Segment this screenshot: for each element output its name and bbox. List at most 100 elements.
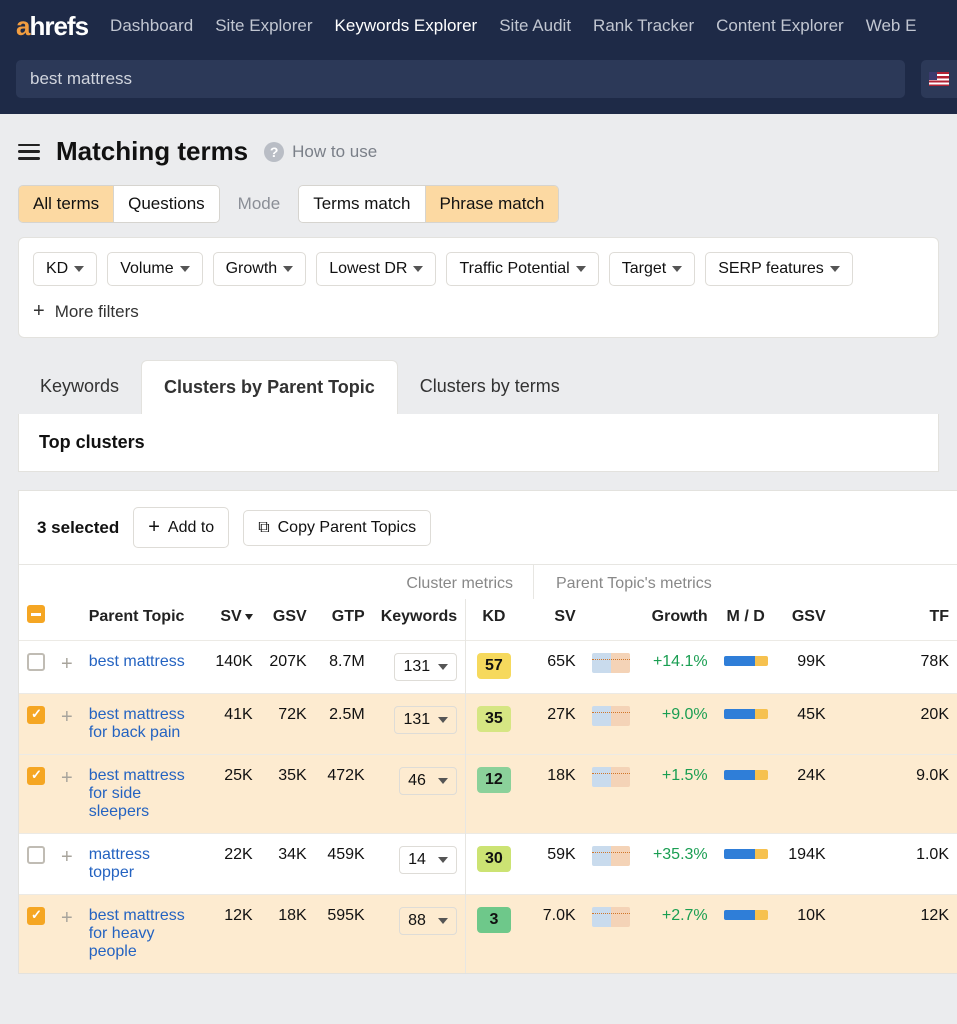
keywords-dropdown[interactable]: 46 <box>399 767 457 795</box>
nav-keywords-explorer[interactable]: Keywords Explorer <box>335 16 478 36</box>
select-all-checkbox[interactable] <box>27 605 45 623</box>
chevron-down-icon <box>672 266 682 272</box>
expand-icon[interactable]: + <box>61 846 73 868</box>
cell-growth: +1.5% <box>638 755 716 834</box>
expand-icon[interactable]: + <box>61 653 73 675</box>
tab-keywords[interactable]: Keywords <box>18 360 141 414</box>
nav-site-explorer[interactable]: Site Explorer <box>215 16 312 36</box>
copy-icon: ⧉ <box>258 519 269 537</box>
keywords-dropdown[interactable]: 131 <box>394 706 457 734</box>
phrase-match-button[interactable]: Phrase match <box>425 186 559 222</box>
expand-icon[interactable]: + <box>61 907 73 929</box>
col-sv[interactable]: SV <box>205 599 261 641</box>
kd-badge: 30 <box>477 846 511 872</box>
chevron-down-icon <box>438 918 448 924</box>
filter-growth[interactable]: Growth <box>213 252 307 286</box>
parent-topic-link[interactable]: best mattress for heavy people <box>89 907 185 960</box>
sort-desc-icon <box>245 614 253 620</box>
nav-rank-tracker[interactable]: Rank Tracker <box>593 16 694 36</box>
plus-icon: + <box>33 300 45 323</box>
top-clusters-header: Top clusters <box>18 414 939 472</box>
cell-tp: 9.0K <box>834 755 957 834</box>
cell-gsv2: 10K <box>776 895 834 974</box>
tab-clusters-by-parent-topic[interactable]: Clusters by Parent Topic <box>141 360 398 414</box>
col-sv2[interactable]: SV <box>522 599 584 641</box>
cell-gtp: 2.5M <box>315 694 373 755</box>
row-checkbox[interactable] <box>27 706 45 724</box>
parent-topic-link[interactable]: mattress topper <box>89 846 150 881</box>
filter-target[interactable]: Target <box>609 252 695 286</box>
md-bar <box>724 849 768 859</box>
row-checkbox[interactable] <box>27 846 45 864</box>
col-parent-topic[interactable]: Parent Topic <box>81 599 205 641</box>
col-kd[interactable]: KD <box>466 599 522 641</box>
mode-label: Mode <box>238 194 281 214</box>
col-keywords[interactable]: Keywords <box>373 599 466 641</box>
filter-kd[interactable]: KD <box>33 252 97 286</box>
col-tp[interactable]: TF <box>834 599 957 641</box>
parent-metrics-label: Parent Topic's metrics <box>533 565 957 599</box>
filters-panel: KD Volume Growth Lowest DR Traffic Potential… <box>18 237 939 338</box>
cell-gsv2: 194K <box>776 834 834 895</box>
help-icon: ? <box>264 142 284 162</box>
keywords-dropdown[interactable]: 131 <box>394 653 457 681</box>
country-selector[interactable] <box>921 60 957 98</box>
col-gtp[interactable]: GTP <box>315 599 373 641</box>
cell-sv: 25K <box>205 755 261 834</box>
sparkline-icon <box>592 706 630 726</box>
search-input[interactable]: best mattress <box>16 60 905 98</box>
questions-button[interactable]: Questions <box>113 186 219 222</box>
cell-growth: +9.0% <box>638 694 716 755</box>
col-growth[interactable]: Growth <box>638 599 716 641</box>
add-to-button[interactable]: +Add to <box>133 507 229 548</box>
filter-lowest-dr[interactable]: Lowest DR <box>316 252 436 286</box>
md-bar <box>724 910 768 920</box>
row-checkbox[interactable] <box>27 767 45 785</box>
nav-content-explorer[interactable]: Content Explorer <box>716 16 844 36</box>
col-gsv2[interactable]: GSV <box>776 599 834 641</box>
sparkline-icon <box>592 907 630 927</box>
md-bar <box>724 770 768 780</box>
menu-icon[interactable] <box>18 144 40 160</box>
terms-segment: All terms Questions <box>18 185 220 223</box>
cell-sv: 22K <box>205 834 261 895</box>
metrics-group-header: Cluster metrics Parent Topic's metrics <box>19 564 957 599</box>
chevron-down-icon <box>283 266 293 272</box>
parent-topic-link[interactable]: best mattress for side sleepers <box>89 767 185 820</box>
filter-traffic-potential[interactable]: Traffic Potential <box>446 252 598 286</box>
cell-sv2: 18K <box>522 755 584 834</box>
chevron-down-icon <box>413 266 423 272</box>
page-header: Matching terms ? How to use <box>0 114 957 185</box>
filter-serp-features[interactable]: SERP features <box>705 252 853 286</box>
chevron-down-icon <box>576 266 586 272</box>
parent-topic-link[interactable]: best mattress for back pain <box>89 706 185 741</box>
col-gsv[interactable]: GSV <box>261 599 315 641</box>
cell-sv: 12K <box>205 895 261 974</box>
segment-row: All terms Questions Mode Terms match Phr… <box>0 185 957 237</box>
copy-parent-topics-button[interactable]: ⧉Copy Parent Topics <box>243 510 431 546</box>
keywords-dropdown[interactable]: 88 <box>399 907 457 935</box>
row-checkbox[interactable] <box>27 653 45 671</box>
cell-gtp: 459K <box>315 834 373 895</box>
how-to-use-link[interactable]: ? How to use <box>264 142 377 162</box>
expand-icon[interactable]: + <box>61 767 73 789</box>
nav-site-audit[interactable]: Site Audit <box>499 16 571 36</box>
more-filters-button[interactable]: + More filters <box>33 300 924 323</box>
expand-icon[interactable]: + <box>61 706 73 728</box>
filter-volume[interactable]: Volume <box>107 252 202 286</box>
keywords-dropdown[interactable]: 14 <box>399 846 457 874</box>
nav-dashboard[interactable]: Dashboard <box>110 16 193 36</box>
all-terms-button[interactable]: All terms <box>19 186 113 222</box>
sparkline-icon <box>592 767 630 787</box>
row-checkbox[interactable] <box>27 907 45 925</box>
nav-web-e[interactable]: Web E <box>866 16 917 36</box>
logo[interactable]: ahrefs <box>16 11 88 42</box>
chevron-down-icon <box>74 266 84 272</box>
terms-match-button[interactable]: Terms match <box>299 186 424 222</box>
md-bar <box>724 709 768 719</box>
col-md[interactable]: M / D <box>716 599 776 641</box>
cell-sv: 41K <box>205 694 261 755</box>
tab-clusters-by-terms[interactable]: Clusters by terms <box>398 360 582 414</box>
parent-topic-link[interactable]: best mattress <box>89 653 185 670</box>
plus-icon: + <box>148 516 160 539</box>
